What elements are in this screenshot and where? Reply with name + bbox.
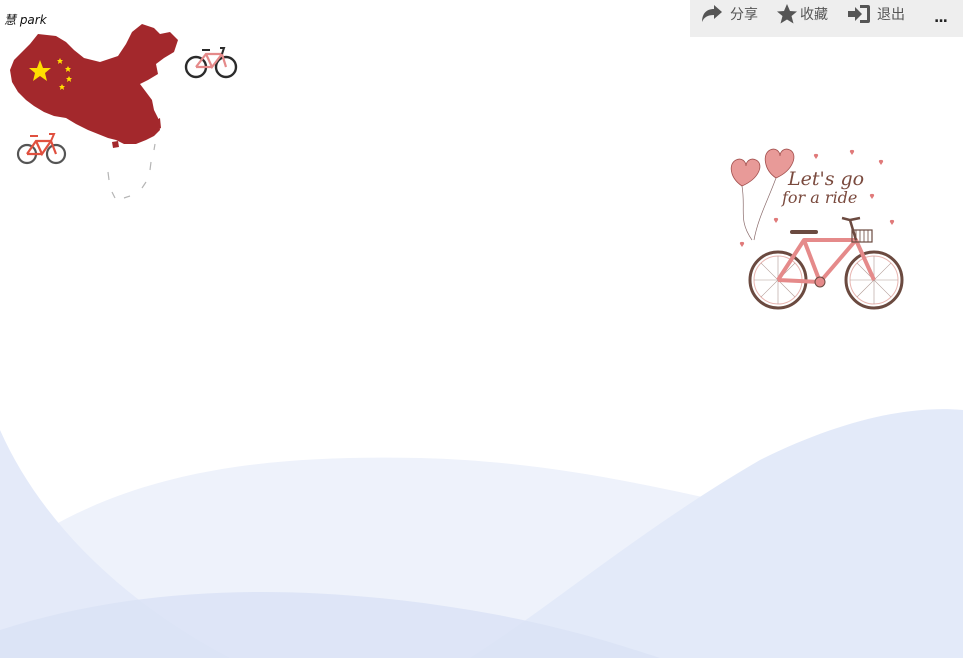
lets-go-for-a-ride-illustration: Let's go for a ride: [730, 148, 904, 310]
pink-bicycle: [748, 216, 904, 310]
bicycle-icon: [184, 47, 238, 79]
favorite-label: 收藏: [800, 7, 828, 23]
sign-in-icon: [848, 5, 870, 23]
top-toolbar: 分享 收藏 退出 ...: [690, 0, 963, 37]
share-button[interactable]: 分享: [700, 3, 758, 25]
heart-balloon-1: [730, 158, 761, 187]
balloon-strings: [741, 177, 777, 241]
bicycle-icon-2: [16, 133, 67, 165]
hainan-island: [112, 141, 119, 148]
page: 慧 park 分享 收藏 退出 ... Let's go for a ride: [0, 0, 963, 658]
exit-label: 退出: [877, 7, 905, 23]
favorite-button[interactable]: 收藏: [776, 3, 828, 25]
more-button[interactable]: ...: [934, 10, 948, 26]
china-map-image: [10, 24, 178, 199]
ride-text-line2: for a ride: [781, 188, 857, 207]
south-sea-dashes: [107, 143, 156, 199]
china-map-shape: [10, 24, 178, 144]
ride-text-line1: Let's go: [787, 168, 864, 190]
star-icon: [777, 4, 797, 24]
share-icon: [702, 5, 722, 22]
exit-button[interactable]: 退出: [847, 3, 905, 25]
share-label: 分享: [730, 7, 758, 23]
